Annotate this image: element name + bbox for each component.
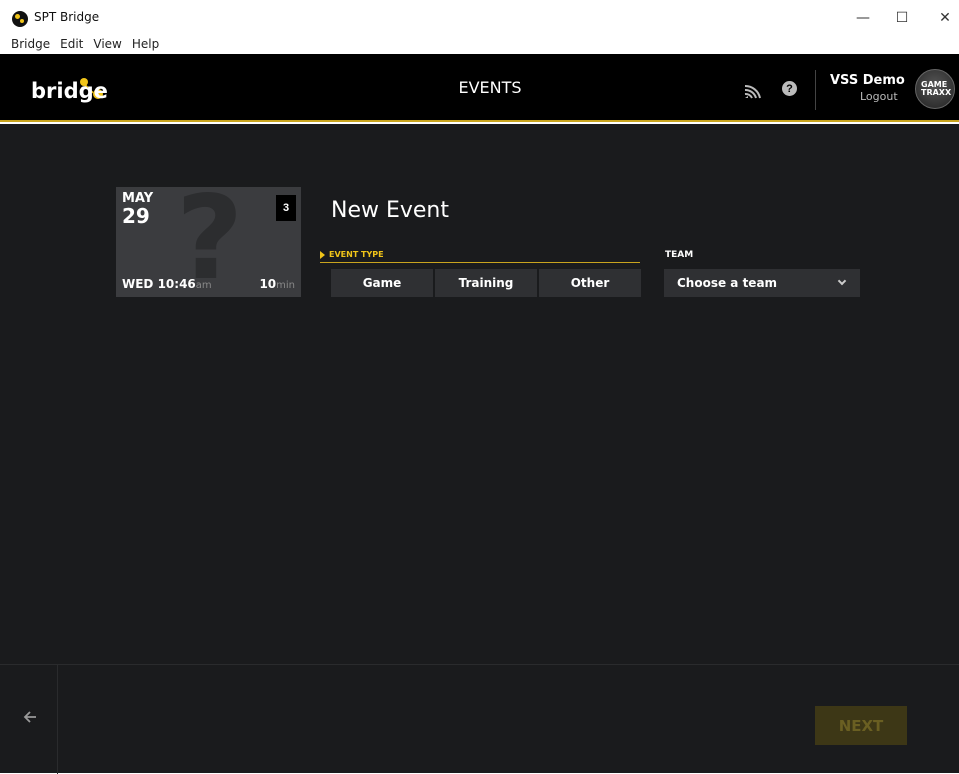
form-title: New Event bbox=[331, 198, 450, 223]
event-card: ? MAY 29 3 WED 10:46am 10min bbox=[116, 187, 301, 297]
help-icon[interactable]: ? bbox=[782, 81, 797, 96]
event-type-selector: Game Training Other bbox=[331, 269, 641, 297]
menu-edit[interactable]: Edit bbox=[60, 37, 83, 51]
event-type-label-text: EVENT TYPE bbox=[329, 250, 384, 259]
header-divider bbox=[815, 70, 816, 110]
brand-line2: TRAXX bbox=[921, 88, 952, 97]
back-button[interactable] bbox=[0, 665, 58, 774]
arrow-left-icon bbox=[23, 711, 36, 723]
card-duration-value: 10 bbox=[259, 277, 277, 291]
team-dropdown-value: Choose a team bbox=[677, 276, 778, 290]
maximize-button[interactable]: ☐ bbox=[885, 6, 919, 30]
next-button[interactable]: NEXT bbox=[815, 706, 907, 745]
menu-view[interactable]: View bbox=[93, 37, 121, 51]
card-duration: 10min bbox=[259, 277, 295, 291]
app-header: bridge EVENTS ? VSS Demo Logout GAME TRAX… bbox=[0, 54, 959, 122]
minimize-button[interactable]: — bbox=[846, 6, 880, 30]
menu-help[interactable]: Help bbox=[132, 37, 159, 51]
app-icon bbox=[12, 11, 28, 27]
chevron-down-icon bbox=[837, 276, 847, 286]
window-titlebar: SPT Bridge — ☐ ✕ bbox=[0, 0, 959, 34]
logout-link[interactable]: Logout bbox=[860, 90, 898, 103]
main-content: ? MAY 29 3 WED 10:46am 10min New Event E… bbox=[0, 124, 959, 664]
card-day: 29 bbox=[122, 204, 150, 228]
card-time: WED 10:46 bbox=[122, 277, 196, 291]
card-duration-unit: min bbox=[276, 280, 295, 291]
menu-bar: Bridge Edit View Help bbox=[0, 34, 959, 54]
event-type-game-button[interactable]: Game bbox=[331, 269, 433, 297]
window-title: SPT Bridge bbox=[34, 10, 100, 24]
event-type-label: EVENT TYPE bbox=[320, 250, 640, 263]
card-weekday-time: WED 10:46am bbox=[122, 277, 212, 291]
game-traxx-logo: GAME TRAXX bbox=[915, 69, 955, 109]
card-ampm: am bbox=[195, 280, 212, 291]
menu-bridge[interactable]: Bridge bbox=[11, 37, 50, 51]
card-count-badge: 3 bbox=[276, 195, 296, 221]
close-button[interactable]: ✕ bbox=[928, 6, 959, 30]
caret-right-icon bbox=[320, 250, 325, 259]
team-dropdown[interactable]: Choose a team bbox=[664, 269, 860, 297]
team-label: TEAM bbox=[665, 250, 694, 260]
logo-text: bridge bbox=[31, 79, 108, 103]
event-type-training-button[interactable]: Training bbox=[435, 269, 537, 297]
user-name: VSS Demo bbox=[830, 73, 905, 88]
footer-bar: NEXT bbox=[0, 664, 959, 774]
event-type-other-button[interactable]: Other bbox=[539, 269, 641, 297]
page-title: EVENTS bbox=[458, 78, 522, 97]
signal-icon[interactable] bbox=[742, 81, 762, 101]
